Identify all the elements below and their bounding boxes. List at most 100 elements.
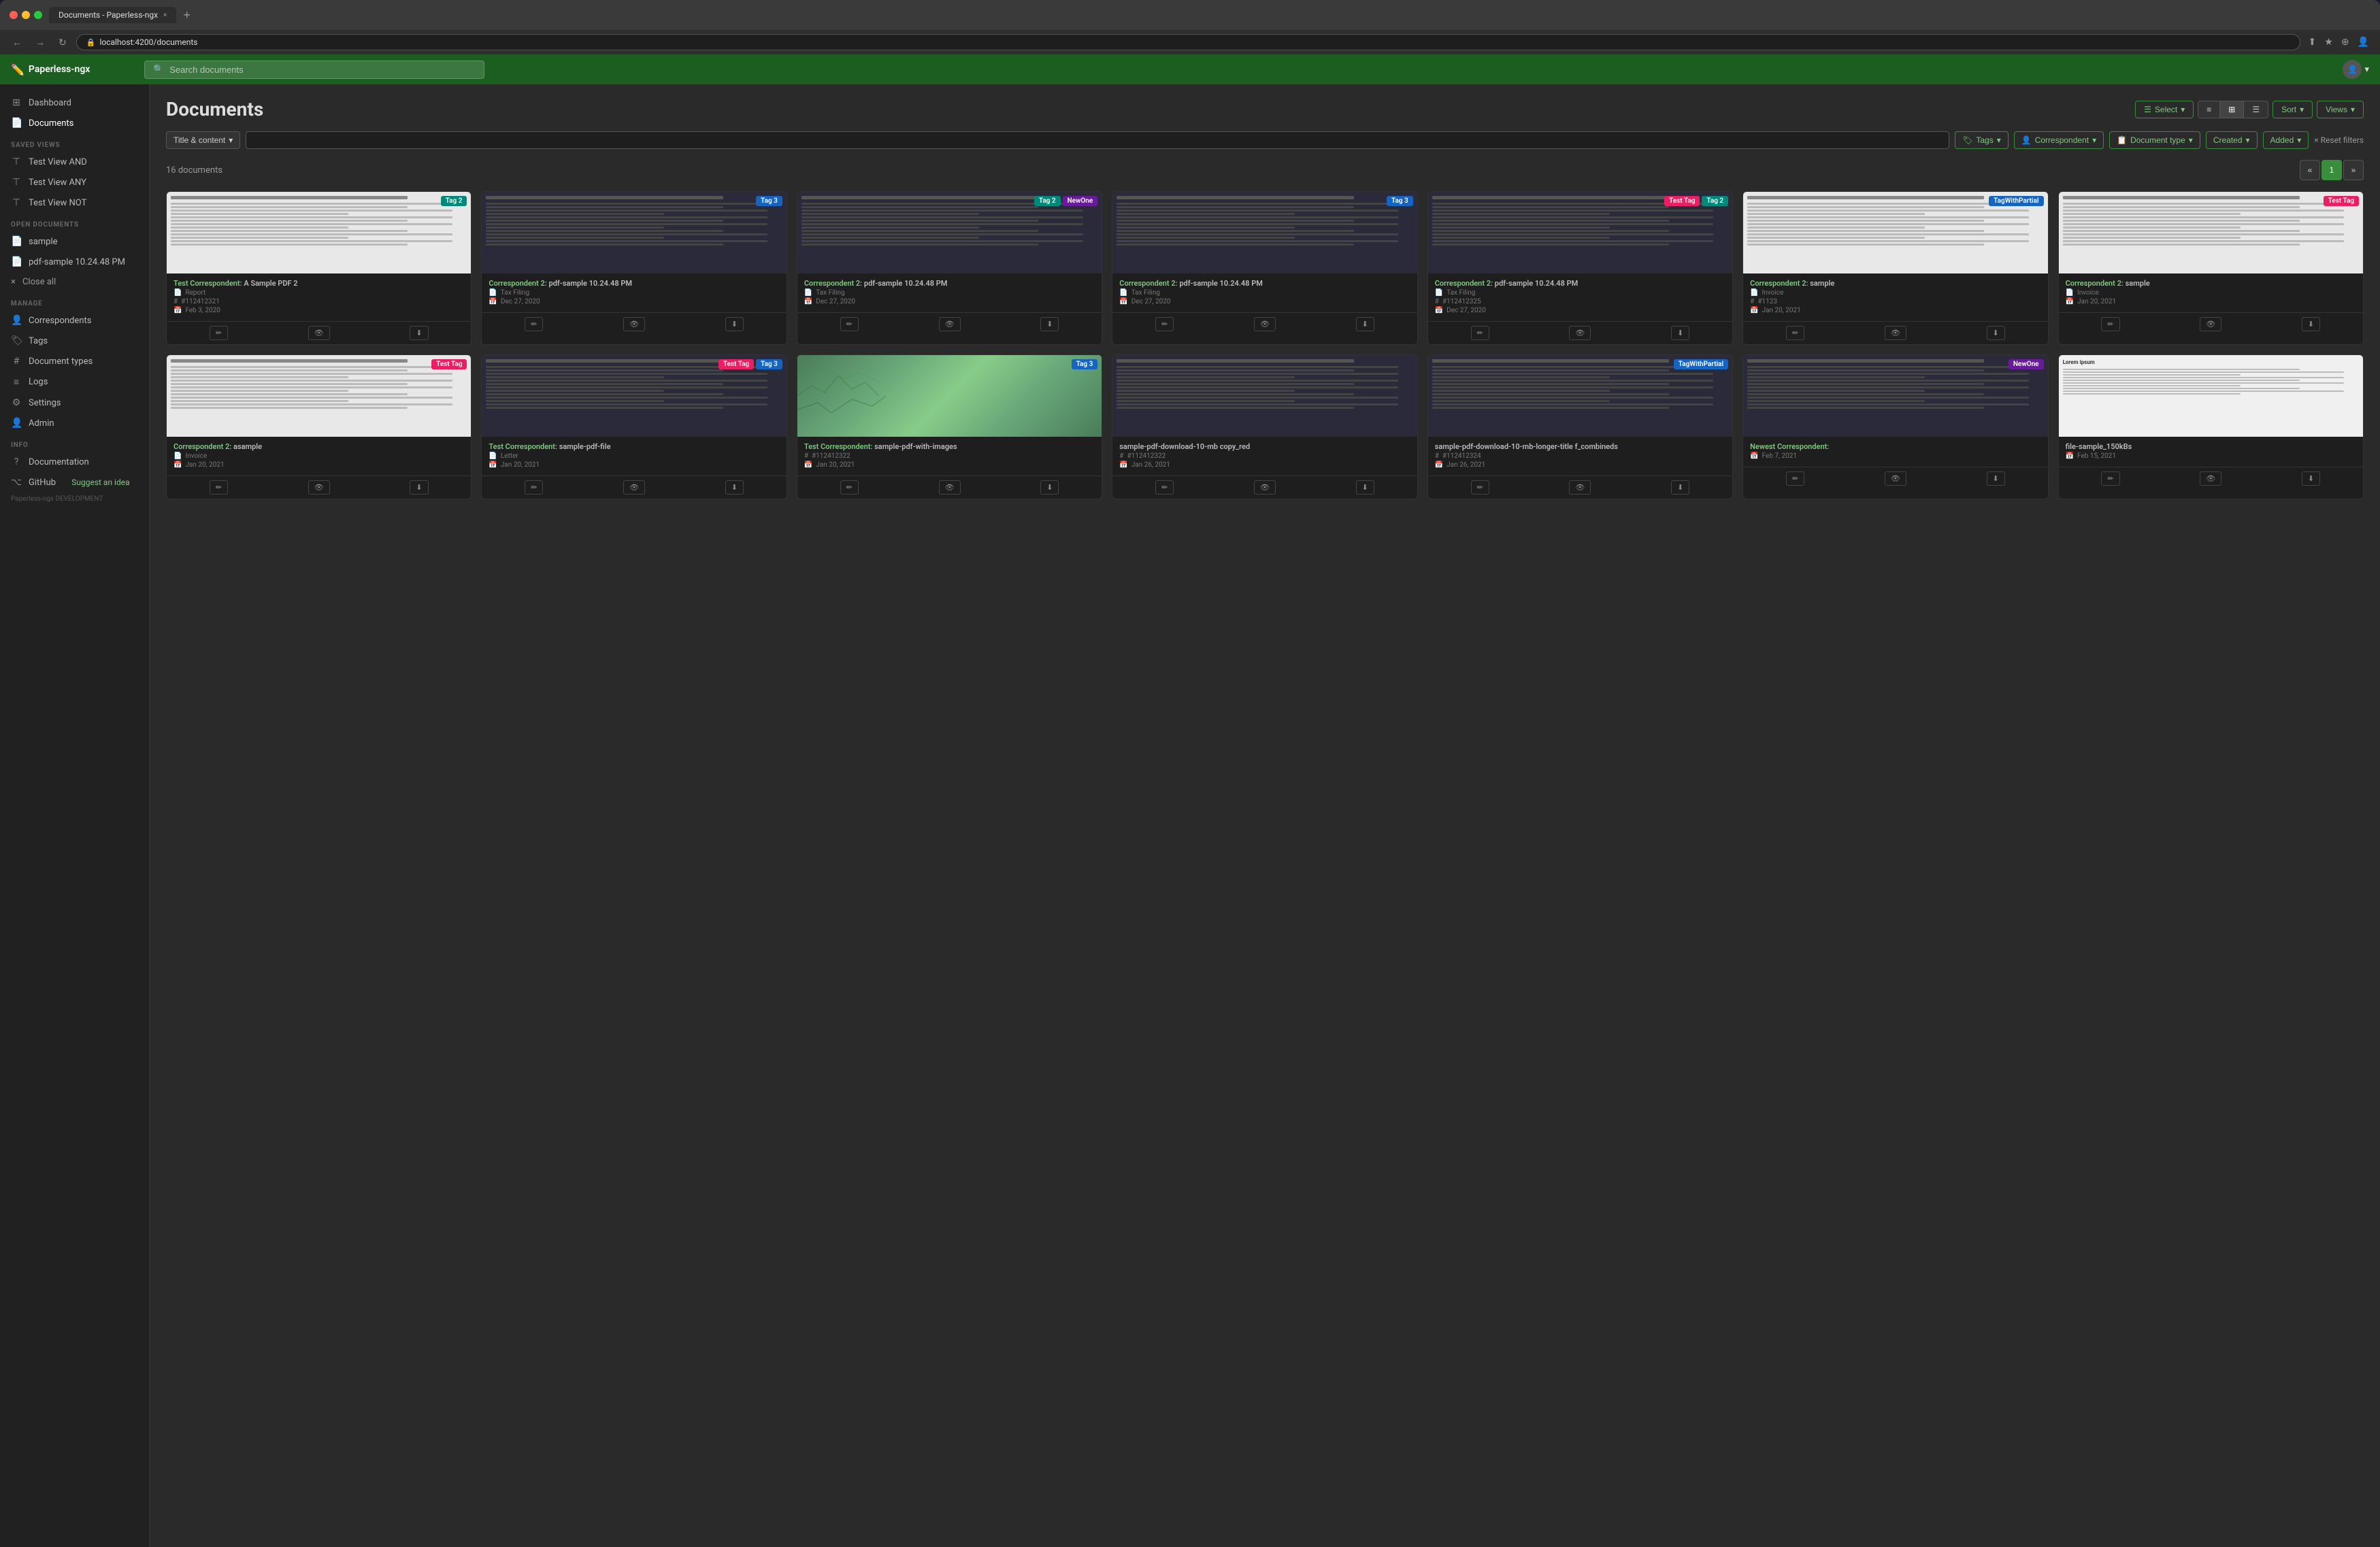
sidebar-item-test-view-and[interactable]: ⊤ Test View AND bbox=[0, 152, 149, 172]
filter-text-input[interactable] bbox=[246, 131, 1949, 149]
suggest-link[interactable]: Suggest an idea bbox=[71, 478, 129, 487]
sidebar-item-logs[interactable]: ≡ Logs bbox=[0, 371, 149, 393]
doc-card[interactable]: Test TagTag 3 Test Correspondent: sample… bbox=[481, 354, 787, 499]
sidebar-item-github[interactable]: ⌥ GitHub Suggest an idea bbox=[0, 472, 149, 493]
doc-download-button[interactable]: ⬇ bbox=[725, 480, 744, 495]
doc-edit-button[interactable]: ✏ bbox=[1786, 471, 1804, 486]
doc-tag[interactable]: Tag 2 bbox=[1702, 196, 1728, 206]
doc-download-button[interactable]: ⬇ bbox=[1040, 317, 1059, 331]
doc-edit-button[interactable]: ✏ bbox=[1786, 326, 1804, 340]
doc-tag[interactable]: Tag 3 bbox=[1387, 196, 1413, 206]
list-view-button[interactable]: ≡ bbox=[2198, 101, 2220, 118]
url-bar[interactable]: 🔒 localhost:4200/documents bbox=[76, 34, 2300, 50]
doc-preview-button[interactable]: 👁 bbox=[623, 317, 645, 331]
detail-view-button[interactable]: ☰ bbox=[2244, 101, 2268, 118]
doc-preview-button[interactable]: 👁 bbox=[623, 480, 645, 495]
doc-tag[interactable]: NewOne bbox=[1063, 196, 1098, 206]
doc-download-button[interactable]: ⬇ bbox=[2302, 471, 2320, 486]
bookmark-icon[interactable]: ★ bbox=[2321, 35, 2336, 49]
doc-download-button[interactable]: ⬇ bbox=[1356, 480, 1374, 495]
doc-card[interactable]: TagWithPartial sample-pdf-download-10-mb… bbox=[1427, 354, 1733, 499]
doc-edit-button[interactable]: ✏ bbox=[2101, 317, 2119, 331]
doc-edit-button[interactable]: ✏ bbox=[1471, 326, 1489, 340]
close-all-button[interactable]: × Close all bbox=[0, 272, 149, 292]
sidebar-item-correspondents[interactable]: 👤 Correspondents bbox=[0, 310, 149, 331]
doc-tag[interactable]: Test Tag bbox=[2324, 196, 2359, 206]
doc-preview-button[interactable]: 👁 bbox=[308, 326, 330, 340]
doc-tag[interactable]: Tag 2 bbox=[1034, 196, 1061, 206]
sidebar-item-pdf-sample[interactable]: 📄 pdf-sample 10.24.48 PM bbox=[0, 252, 149, 272]
reset-filters-button[interactable]: × Reset filters bbox=[2314, 135, 2364, 145]
doc-tag[interactable]: Tag 3 bbox=[756, 359, 782, 369]
doc-edit-button[interactable]: ✏ bbox=[840, 317, 859, 331]
doc-type-filter[interactable]: 📋 Document type ▾ bbox=[2109, 131, 2200, 149]
doc-card[interactable]: Tag 3 Correspondent 2: pdf-sample 10.24.… bbox=[1112, 191, 1417, 345]
user-menu[interactable]: 👤 ▾ bbox=[2343, 60, 2369, 79]
doc-preview-button[interactable]: 👁 bbox=[2200, 471, 2221, 486]
created-filter[interactable]: Created ▾ bbox=[2206, 131, 2258, 149]
doc-tag[interactable]: Tag 3 bbox=[1072, 359, 1098, 369]
doc-download-button[interactable]: ⬇ bbox=[1987, 326, 2005, 340]
sidebar-item-documentation[interactable]: ? Documentation bbox=[0, 452, 149, 472]
doc-preview-button[interactable]: 👁 bbox=[939, 480, 961, 495]
doc-download-button[interactable]: ⬇ bbox=[410, 326, 428, 340]
grid-view-button[interactable]: ⊞ bbox=[2220, 101, 2244, 118]
current-page-button[interactable]: 1 bbox=[2321, 160, 2342, 180]
doc-tag[interactable]: Tag 3 bbox=[756, 196, 782, 206]
title-content-filter[interactable]: Title & content ▾ bbox=[166, 131, 240, 149]
extensions-icon[interactable]: ⊕ bbox=[2338, 35, 2352, 49]
sidebar-item-sample[interactable]: 📄 sample bbox=[0, 231, 149, 252]
tags-filter[interactable]: 🏷 Tags ▾ bbox=[1955, 131, 2009, 149]
share-icon[interactable]: ⬆ bbox=[2306, 35, 2319, 49]
forward-button[interactable]: → bbox=[31, 35, 49, 49]
views-button[interactable]: Views ▾ bbox=[2317, 101, 2364, 118]
sidebar-item-dashboard[interactable]: ⊞ Dashboard bbox=[0, 93, 149, 113]
doc-tag[interactable]: NewOne bbox=[2009, 359, 2044, 369]
doc-edit-button[interactable]: ✏ bbox=[2101, 471, 2119, 486]
sidebar-item-document-types[interactable]: # Document types bbox=[0, 351, 149, 371]
doc-download-button[interactable]: ⬇ bbox=[1040, 480, 1059, 495]
doc-card[interactable]: Test Tag Correspondent 2: sample 📄 Invoi… bbox=[2058, 191, 2364, 345]
doc-preview-button[interactable]: 👁 bbox=[1254, 480, 1276, 495]
doc-edit-button[interactable]: ✏ bbox=[210, 326, 228, 340]
doc-download-button[interactable]: ⬇ bbox=[1987, 471, 2005, 486]
doc-edit-button[interactable]: ✏ bbox=[1155, 480, 1174, 495]
select-button[interactable]: ☰ Select ▾ bbox=[2135, 101, 2194, 118]
doc-card[interactable]: Tag 2 Test Correspondent: A Sample PDF 2… bbox=[166, 191, 472, 345]
sidebar-item-admin[interactable]: 👤 Admin bbox=[0, 413, 149, 433]
doc-edit-button[interactable]: ✏ bbox=[210, 480, 228, 495]
doc-card[interactable]: Tag 3 Correspondent 2: pdf-sample 10.24.… bbox=[481, 191, 787, 345]
profile-icon[interactable]: 👤 bbox=[2355, 35, 2372, 49]
doc-card[interactable]: Tag 2NewOne Correspondent 2: pdf-sample … bbox=[797, 191, 1102, 345]
doc-edit-button[interactable]: ✏ bbox=[1155, 317, 1174, 331]
sidebar-item-settings[interactable]: ⚙ Settings bbox=[0, 393, 149, 413]
close-window-button[interactable] bbox=[10, 11, 18, 19]
doc-card[interactable]: NewOne Newest Correspondent: 📅 Feb 7, 20… bbox=[1742, 354, 2048, 499]
prev-page-button[interactable]: « bbox=[2300, 160, 2320, 180]
doc-tag[interactable]: Test Tag bbox=[431, 359, 467, 369]
doc-preview-button[interactable]: 👁 bbox=[1569, 326, 1591, 340]
reload-button[interactable]: ↻ bbox=[54, 35, 71, 50]
doc-card[interactable]: Lorem ipsum file-sample_150kBs 📅 Feb 15,… bbox=[2058, 354, 2364, 499]
doc-tag[interactable]: Test Tag bbox=[1664, 196, 1700, 206]
doc-card[interactable]: TagWithPartial Correspondent 2: sample 📄… bbox=[1742, 191, 2048, 345]
doc-download-button[interactable]: ⬇ bbox=[725, 317, 744, 331]
maximize-window-button[interactable] bbox=[34, 11, 42, 19]
doc-card[interactable]: Tag 3 Test Correspondent: sample-pdf-wit… bbox=[797, 354, 1102, 499]
doc-card[interactable]: Test Tag Correspondent 2: asample 📄 Invo… bbox=[166, 354, 472, 499]
doc-preview-button[interactable]: 👁 bbox=[1254, 317, 1276, 331]
doc-preview-button[interactable]: 👁 bbox=[2200, 317, 2221, 331]
active-tab[interactable]: Documents - Paperless-ngx × bbox=[49, 7, 176, 23]
doc-download-button[interactable]: ⬇ bbox=[1671, 326, 1689, 340]
doc-edit-button[interactable]: ✏ bbox=[525, 317, 543, 331]
doc-tag[interactable]: TagWithPartial bbox=[1674, 359, 1728, 369]
doc-preview-button[interactable]: 👁 bbox=[1885, 326, 1906, 340]
tab-close-button[interactable]: × bbox=[163, 12, 167, 19]
doc-preview-button[interactable]: 👁 bbox=[1569, 480, 1591, 495]
new-tab-button[interactable]: + bbox=[180, 8, 193, 22]
added-filter[interactable]: Added ▾ bbox=[2263, 131, 2309, 149]
doc-download-button[interactable]: ⬇ bbox=[1671, 480, 1689, 495]
doc-edit-button[interactable]: ✏ bbox=[840, 480, 859, 495]
doc-card[interactable]: sample-pdf-download-10-mb copy_red # #11… bbox=[1112, 354, 1417, 499]
doc-tag[interactable]: Test Tag bbox=[718, 359, 754, 369]
